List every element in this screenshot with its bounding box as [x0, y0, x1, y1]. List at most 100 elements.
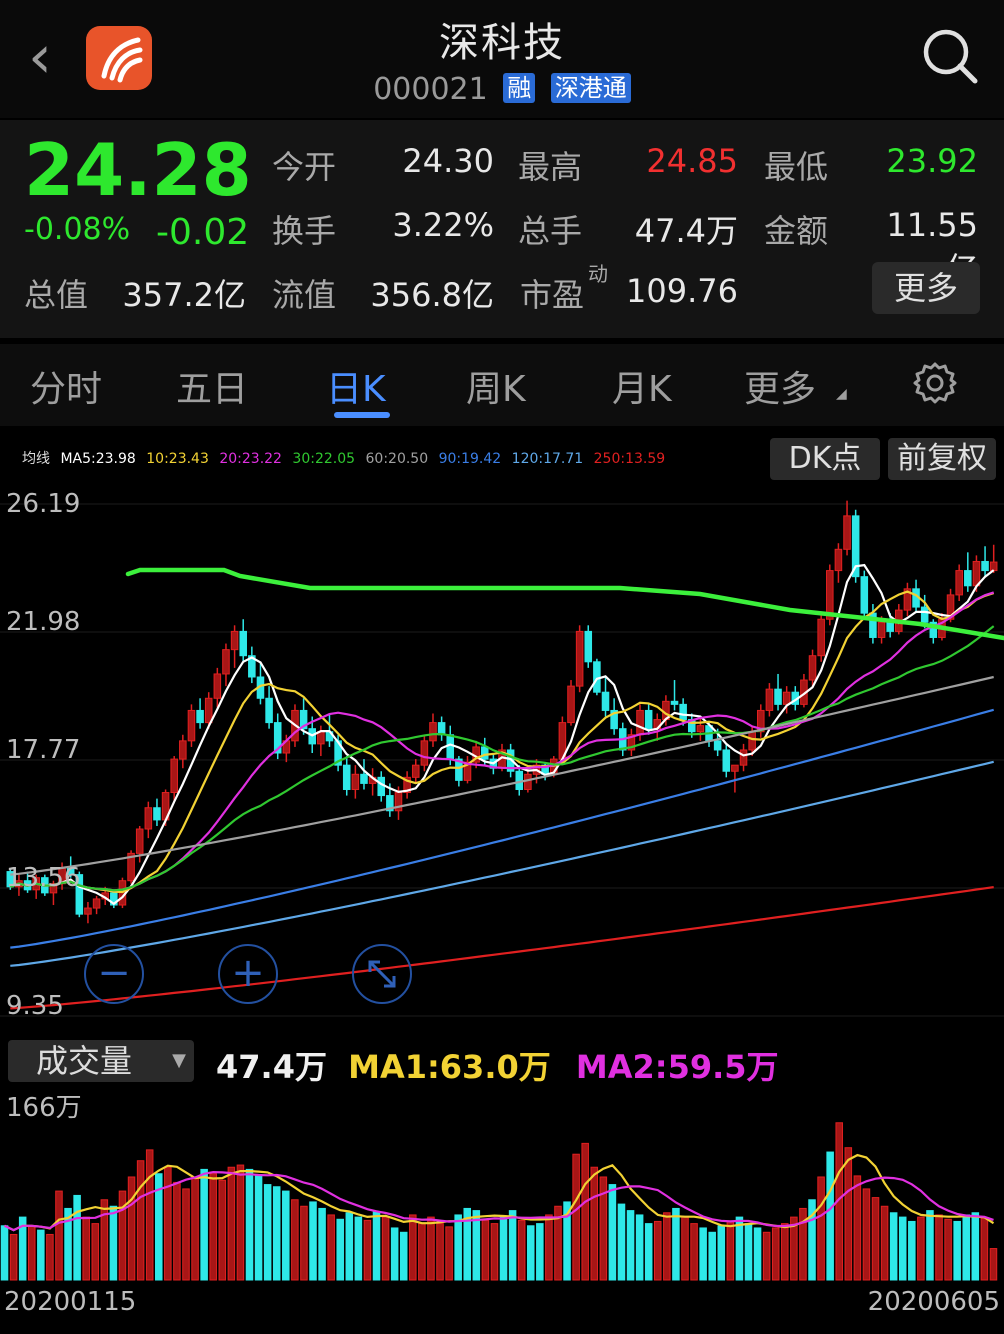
- volume-bar: [55, 1190, 63, 1281]
- search-button[interactable]: [920, 26, 980, 86]
- volume-bar: [953, 1220, 961, 1281]
- volume-bar: [844, 1147, 853, 1281]
- candle-body: [860, 576, 869, 614]
- candle-body: [644, 709, 653, 730]
- candle: [368, 768, 377, 796]
- candle: [843, 500, 851, 556]
- back-icon[interactable]: ‹: [28, 22, 72, 92]
- tab-intraday[interactable]: 分时: [30, 360, 102, 412]
- candlestick-chart[interactable]: 26.19 21.98 17.77 13.56 9.35: [0, 484, 1004, 1032]
- candle-body: [808, 655, 817, 681]
- volume-bar: [781, 1223, 789, 1281]
- more-quote-button[interactable]: 更多: [872, 262, 980, 314]
- candle-body: [170, 758, 178, 794]
- volume-bar: [672, 1207, 680, 1281]
- settings-button[interactable]: [910, 358, 960, 408]
- candle-body: [411, 764, 420, 778]
- pe-value: 109.76: [626, 272, 738, 310]
- logo-icon: [101, 37, 143, 83]
- candle-body: [92, 898, 101, 909]
- candle: [411, 759, 420, 784]
- volume-bar: [9, 1233, 18, 1281]
- tab-five-day[interactable]: 五日: [176, 360, 248, 412]
- stock-name: 深科技: [439, 20, 565, 66]
- volume-bar: [91, 1223, 100, 1281]
- tab-more[interactable]: 更多: [744, 360, 816, 412]
- x-end-label: 20200605: [868, 1287, 1000, 1317]
- candle: [765, 683, 774, 717]
- ma-line-20: [9, 591, 995, 892]
- candle-body: [377, 776, 386, 797]
- candle-body: [196, 709, 204, 724]
- volume-bar: [345, 1212, 354, 1281]
- fullscreen-button[interactable]: [352, 944, 412, 1004]
- volume-bar: [291, 1199, 299, 1281]
- ma-legend-item: 120:17.71: [511, 451, 584, 467]
- volume-bar: [726, 1220, 735, 1281]
- volume-bar: [227, 1166, 236, 1281]
- volume-bar: [37, 1229, 45, 1281]
- candle-body: [593, 661, 601, 693]
- tab-weekly-k[interactable]: 周K: [466, 360, 526, 412]
- price-adjust-button[interactable]: 前复权: [888, 438, 996, 480]
- candle: [955, 564, 963, 601]
- candle: [929, 619, 938, 644]
- volume-bar: [699, 1227, 707, 1281]
- indicator-select[interactable]: 成交量 ▼: [8, 1040, 194, 1082]
- candle: [403, 771, 411, 799]
- candle: [420, 734, 429, 772]
- candle: [860, 570, 869, 620]
- candle: [437, 716, 446, 741]
- candle: [222, 643, 230, 687]
- volume-bar: [263, 1184, 272, 1281]
- volume-bar: [136, 1160, 145, 1281]
- volume-bar: [254, 1175, 263, 1281]
- candle: [757, 704, 765, 738]
- change-percent: -0.08%: [24, 212, 131, 247]
- ma-line-120: [10, 760, 994, 967]
- candle-body: [342, 764, 351, 790]
- volume-bar: [708, 1231, 716, 1281]
- dk-point-button[interactable]: DK点: [770, 438, 880, 480]
- volume-bar: [980, 1217, 989, 1281]
- volume-chart[interactable]: 166万 20200115 20200605: [0, 1094, 1004, 1332]
- indicator-select-label: 成交量: [36, 1042, 133, 1080]
- zoom-in-button[interactable]: +: [218, 944, 278, 1004]
- candle: [196, 698, 204, 729]
- candle-body: [722, 749, 731, 772]
- candle-body: [515, 770, 524, 790]
- volume-bar: [917, 1216, 925, 1281]
- quote-field-value: 47.4万: [634, 212, 738, 250]
- volume-bar: [753, 1227, 762, 1281]
- candle-body: [817, 618, 825, 657]
- candle: [377, 771, 386, 802]
- candle-body: [964, 570, 972, 587]
- change-amount: -0.02: [156, 212, 250, 253]
- volume-bar: [962, 1214, 971, 1281]
- volume-bar: [817, 1176, 825, 1281]
- zoom-out-button[interactable]: −: [84, 944, 144, 1004]
- candle: [800, 673, 808, 708]
- candle-body: [981, 560, 989, 572]
- volume-bar: [654, 1220, 662, 1281]
- volume-bar: [191, 1177, 199, 1281]
- candle-body: [774, 688, 782, 705]
- quote-field-label: 总手: [518, 212, 583, 250]
- candle: [964, 552, 972, 592]
- volume-bar: [889, 1212, 898, 1281]
- tab-daily-k[interactable]: 日K: [326, 360, 386, 412]
- ma-line-10: [9, 590, 995, 894]
- candle: [575, 625, 584, 693]
- candle: [610, 698, 618, 735]
- tab-monthly-k[interactable]: 月K: [612, 360, 672, 412]
- candle-body: [601, 691, 610, 711]
- volume-bar: [771, 1227, 780, 1281]
- app-logo[interactable]: [86, 26, 152, 90]
- candle: [817, 613, 825, 662]
- volume-bar: [944, 1218, 952, 1281]
- volume-bar: [336, 1218, 344, 1281]
- candle-body: [679, 703, 687, 721]
- candle-body: [834, 548, 843, 572]
- volume-bar: [363, 1219, 372, 1281]
- candle-body: [429, 722, 437, 742]
